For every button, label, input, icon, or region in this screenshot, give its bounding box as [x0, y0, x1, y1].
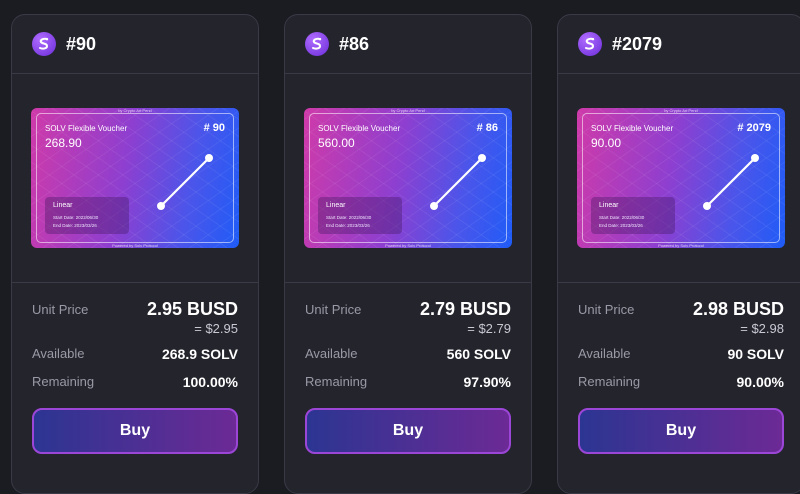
card-id: #90 — [66, 33, 97, 54]
voucher-title: SOLV Flexible Voucher — [318, 124, 401, 133]
voucher-bottom-text: Powered by Solv Protocol — [385, 243, 431, 248]
end-point — [751, 154, 759, 162]
available-value: 560 SOLV — [446, 346, 511, 362]
buy-button[interactable]: Buy — [305, 408, 511, 454]
voucher-info-box: Linear Start Date: 2022/06/30 End Date: … — [318, 197, 402, 234]
end-point — [205, 154, 213, 162]
solv-dragon-icon — [32, 32, 56, 56]
start-point — [703, 202, 711, 210]
unit-price-row: Unit Price 2.98 BUSD = $2.98 — [578, 299, 784, 336]
unit-price-usd: = $2.95 — [194, 321, 238, 336]
buy-button[interactable]: Buy — [578, 408, 784, 454]
voucher-image-area: by Crypto Art Pend SOLV Flexible Voucher… — [285, 74, 531, 283]
card-details: Unit Price 2.95 BUSD = $2.95 Available 2… — [12, 283, 258, 390]
card-header: #86 — [285, 15, 531, 74]
voucher-amount: 268.90 — [45, 136, 82, 150]
unit-price-row: Unit Price 2.79 BUSD = $2.79 — [305, 299, 511, 336]
voucher-start-date: Start Date: 2022/06/30 — [326, 215, 372, 220]
voucher-amount: 90.00 — [591, 136, 622, 150]
voucher-image[interactable]: by Crypto Art Pend SOLV Flexible Voucher… — [577, 108, 785, 248]
voucher-info-box: Linear Start Date: 2022/06/30 End Date: … — [591, 197, 675, 234]
remaining-label: Remaining — [32, 374, 95, 389]
voucher-image[interactable]: by Crypto Art Pend SOLV Flexible Voucher… — [304, 108, 512, 248]
voucher-image-area: by Crypto Art Pend SOLV Flexible Voucher… — [558, 74, 800, 283]
unit-price-label: Unit Price — [305, 302, 362, 317]
unit-price-usd: = $2.79 — [467, 321, 511, 336]
voucher-amount: 560.00 — [318, 136, 355, 150]
solv-dragon-icon — [305, 32, 329, 56]
voucher-end-date: End Date: 2023/03/26 — [53, 223, 97, 228]
linear-release-graph — [430, 154, 486, 210]
voucher-number: # 2079 — [737, 122, 771, 134]
voucher-top-text: by Crypto Art Pend — [391, 108, 425, 113]
unit-price-usd: = $2.98 — [740, 321, 784, 336]
remaining-value: 97.90% — [463, 374, 511, 390]
available-label: Available — [578, 346, 631, 361]
start-point — [430, 202, 438, 210]
remaining-row: Remaining 100.00% — [32, 374, 238, 390]
available-value: 90 SOLV — [727, 346, 784, 362]
linear-release-graph — [703, 154, 759, 210]
voucher-listing-card[interactable]: #2079 by Crypto Art Pend SOLV Flexible V… — [557, 14, 800, 494]
voucher-end-date: End Date: 2023/03/26 — [599, 223, 643, 228]
card-id: #86 — [339, 33, 370, 54]
voucher-type: Linear — [53, 202, 73, 209]
available-label: Available — [32, 346, 85, 361]
voucher-number: # 90 — [203, 122, 225, 134]
card-details: Unit Price 2.79 BUSD = $2.79 Available 5… — [285, 283, 531, 390]
available-value: 268.9 SOLV — [161, 346, 238, 362]
voucher-info-box: Linear Start Date: 2022/06/30 End Date: … — [45, 197, 129, 234]
remaining-row: Remaining 97.90% — [305, 374, 511, 390]
start-point — [157, 202, 165, 210]
remaining-value: 90.00% — [736, 374, 784, 390]
unit-price-value: 2.95 BUSD — [146, 299, 238, 319]
linear-line — [433, 157, 483, 207]
remaining-label: Remaining — [578, 374, 641, 389]
unit-price-label: Unit Price — [32, 302, 89, 317]
unit-price-label: Unit Price — [578, 302, 635, 317]
solv-dragon-icon — [578, 32, 602, 56]
voucher-title: SOLV Flexible Voucher — [591, 124, 674, 133]
card-header: #2079 — [558, 15, 800, 74]
voucher-bottom-text: Powered by Solv Protocol — [658, 243, 704, 248]
available-row: Available 268.9 SOLV — [32, 346, 238, 362]
voucher-listing-card[interactable]: #86 by Crypto Art Pend SOLV Flexible Vou… — [284, 14, 532, 494]
remaining-row: Remaining 90.00% — [578, 374, 784, 390]
unit-price-value: 2.79 BUSD — [419, 299, 511, 319]
remaining-label: Remaining — [305, 374, 368, 389]
available-row: Available 90 SOLV — [578, 346, 784, 362]
voucher-start-date: Start Date: 2022/06/30 — [599, 215, 645, 220]
voucher-type: Linear — [599, 202, 619, 209]
unit-price-value: 2.98 BUSD — [692, 299, 784, 319]
linear-release-graph — [157, 154, 213, 210]
voucher-top-text: by Crypto Art Pend — [664, 108, 698, 113]
card-details: Unit Price 2.98 BUSD = $2.98 Available 9… — [558, 283, 800, 390]
voucher-title: SOLV Flexible Voucher — [45, 124, 128, 133]
linear-line — [706, 157, 756, 207]
voucher-start-date: Start Date: 2022/06/30 — [53, 215, 99, 220]
voucher-type: Linear — [326, 202, 346, 209]
remaining-value: 100.00% — [182, 374, 238, 390]
voucher-image[interactable]: by Crypto Art Pend SOLV Flexible Voucher… — [31, 108, 239, 248]
voucher-end-date: End Date: 2023/03/26 — [326, 223, 370, 228]
unit-price-row: Unit Price 2.95 BUSD = $2.95 — [32, 299, 238, 336]
voucher-image-area: by Crypto Art Pend SOLV Flexible Voucher… — [12, 74, 258, 283]
linear-line — [160, 157, 210, 207]
card-id: #2079 — [612, 33, 663, 54]
voucher-top-text: by Crypto Art Pend — [118, 108, 152, 113]
voucher-bottom-text: Powered by Solv Protocol — [112, 243, 158, 248]
voucher-number: # 86 — [476, 122, 498, 134]
available-label: Available — [305, 346, 358, 361]
buy-button[interactable]: Buy — [32, 408, 238, 454]
available-row: Available 560 SOLV — [305, 346, 511, 362]
end-point — [478, 154, 486, 162]
voucher-listing-card[interactable]: #90 by Crypto Art Pend SOLV Flexible Vou… — [11, 14, 259, 494]
card-header: #90 — [12, 15, 258, 74]
